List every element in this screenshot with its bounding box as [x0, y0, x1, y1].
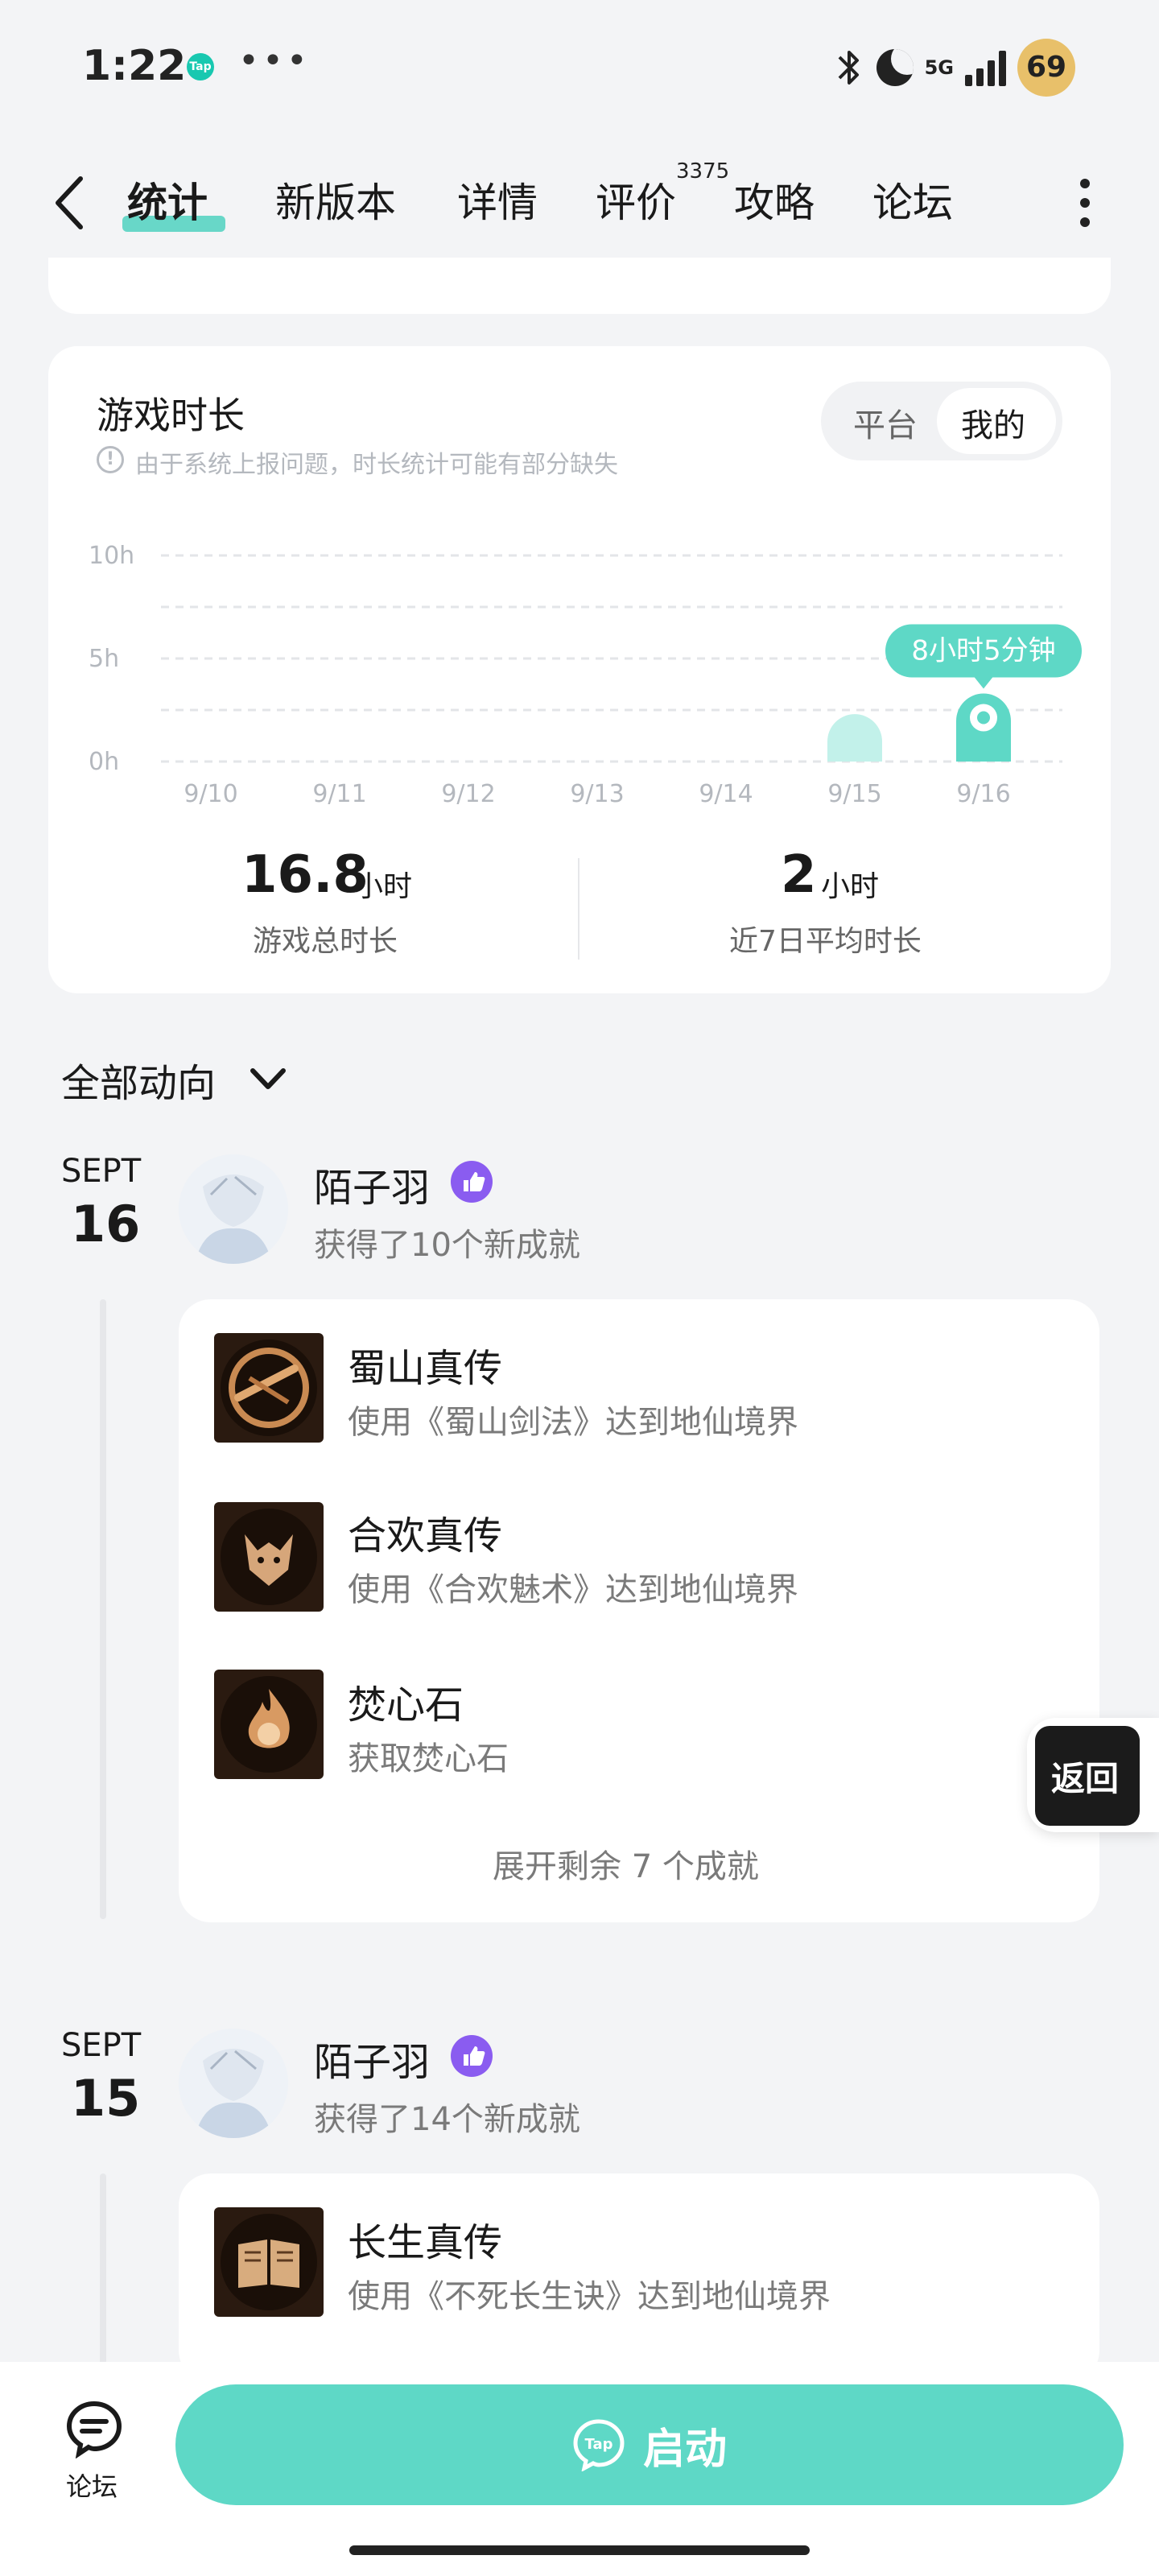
bar-tooltip-label: 8小时5分钟	[911, 635, 1055, 667]
playtime-title: 游戏时长	[97, 394, 245, 437]
feed-filter[interactable]: 全部动向	[61, 1051, 216, 1108]
avatar[interactable]	[179, 1154, 288, 1264]
avatar[interactable]	[179, 2029, 288, 2138]
svg-text:Tap: Tap	[584, 2436, 612, 2453]
tap-logo-icon: Tap	[573, 2419, 625, 2471]
expand-achievements-link[interactable]: 展开剩余 7 个成就	[493, 1840, 759, 1887]
forum-icon[interactable]	[64, 2399, 124, 2458]
return-label[interactable]: 返回	[1051, 1752, 1119, 1801]
achievement-title: 焚心石	[348, 1682, 464, 1728]
achievement-title: 合欢真传	[348, 1513, 503, 1558]
entry-summary: 获得了14个新成就	[314, 2101, 580, 2138]
entry-month: SEPT	[61, 1153, 142, 1190]
achievement-desc: 使用《不死长生诀》达到地仙境界	[348, 2278, 831, 2315]
playtime-chart: 10h 5h 0h 9/10 9/11 9/12 9/13 9/14 9/15 9/16 8小时5分…	[89, 542, 1082, 808]
review-count-badge: 3375	[676, 159, 730, 184]
avatar-illustration-icon	[179, 1154, 288, 1264]
x-tick-label: 9/10	[184, 780, 237, 808]
sword-emblem-icon	[214, 1333, 324, 1443]
timeline-line	[100, 2174, 106, 2367]
playtime-note: 由于系统上报问题，时长统计可能有部分缺失	[135, 451, 618, 479]
avg-playtime-label: 近7日平均时长	[729, 925, 922, 958]
fire-stone-icon	[214, 1670, 324, 1779]
verified-badge-icon	[451, 2035, 493, 2077]
avg-playtime-value: 2	[781, 845, 817, 905]
battery-icon: 69	[1017, 39, 1075, 97]
chart-bar	[827, 714, 882, 762]
entry-summary: 获得了10个新成就	[314, 1227, 580, 1264]
do-not-disturb-icon	[876, 49, 914, 86]
entry-day: 16	[71, 1195, 141, 1253]
forum-label[interactable]: 论坛	[66, 2467, 118, 2504]
launch-label[interactable]: 启动	[643, 2415, 727, 2475]
toggle-mine[interactable]: 我的	[961, 399, 1025, 446]
achievement-desc: 获取焚心石	[348, 1740, 509, 1777]
previous-card	[48, 258, 1111, 314]
bluetooth-icon	[838, 51, 859, 85]
status-icons: 5G 69	[833, 39, 1075, 97]
stats-divider	[578, 858, 580, 960]
tab-forum[interactable]: 论坛	[872, 171, 953, 229]
info-icon: !	[97, 446, 124, 473]
bar-tooltip-pointer	[974, 676, 993, 689]
verified-badge-icon	[451, 1161, 493, 1203]
tab-guides[interactable]: 攻略	[734, 171, 815, 229]
tab-details[interactable]: 详情	[457, 171, 538, 229]
back-arrow-icon[interactable]	[50, 172, 90, 233]
status-time: 1:22	[82, 42, 187, 90]
tab-stats[interactable]: 统计	[127, 171, 208, 229]
y-tick-label: 10h	[89, 542, 134, 570]
chevron-down-icon[interactable]	[248, 1063, 288, 1095]
achievement-desc: 使用《蜀山剑法》达到地仙境界	[348, 1404, 798, 1441]
network-label: 5G	[924, 56, 954, 79]
bar-marker-center	[977, 711, 990, 724]
achievement-title: 蜀山真传	[348, 1346, 503, 1391]
fox-emblem-icon	[214, 1502, 324, 1612]
more-notifications-icon: •••	[238, 40, 311, 81]
launch-button[interactable]: Tap 启动	[175, 2384, 1124, 2505]
home-indicator	[349, 2545, 810, 2555]
y-tick-label: 0h	[89, 748, 119, 776]
tap-app-icon: Tap	[187, 53, 214, 80]
book-emblem-icon	[214, 2207, 324, 2317]
x-tick-label: 9/11	[312, 780, 366, 808]
avatar-illustration-icon	[179, 2029, 288, 2138]
x-tick-label: 9/15	[827, 780, 881, 808]
x-tick-label: 9/12	[441, 780, 495, 808]
x-tick-label: 9/14	[699, 780, 753, 808]
x-tick-label: 9/13	[570, 780, 624, 808]
timeline-line	[100, 1299, 106, 1919]
user-name[interactable]: 陌子羽	[314, 2030, 430, 2087]
total-playtime-unit: 小时	[354, 870, 413, 903]
x-tick-label: 9/16	[956, 780, 1010, 808]
tab-reviews[interactable]: 评价	[596, 171, 676, 229]
total-playtime-value: 16.8	[241, 845, 369, 905]
y-tick-label: 5h	[89, 645, 119, 673]
entry-month: SEPT	[61, 2027, 142, 2064]
more-options-icon[interactable]	[1079, 179, 1091, 227]
tab-new-version[interactable]: 新版本	[275, 171, 396, 229]
avg-playtime-unit: 小时	[821, 870, 880, 903]
achievement-title: 长生真传	[348, 2220, 503, 2265]
toggle-platform[interactable]: 平台	[853, 399, 918, 446]
achievement-desc: 使用《合欢魅术》达到地仙境界	[348, 1571, 798, 1608]
user-name[interactable]: 陌子羽	[314, 1156, 430, 1212]
total-playtime-label: 游戏总时长	[253, 925, 398, 958]
signal-icon	[965, 49, 1006, 86]
entry-day: 15	[71, 2069, 141, 2128]
